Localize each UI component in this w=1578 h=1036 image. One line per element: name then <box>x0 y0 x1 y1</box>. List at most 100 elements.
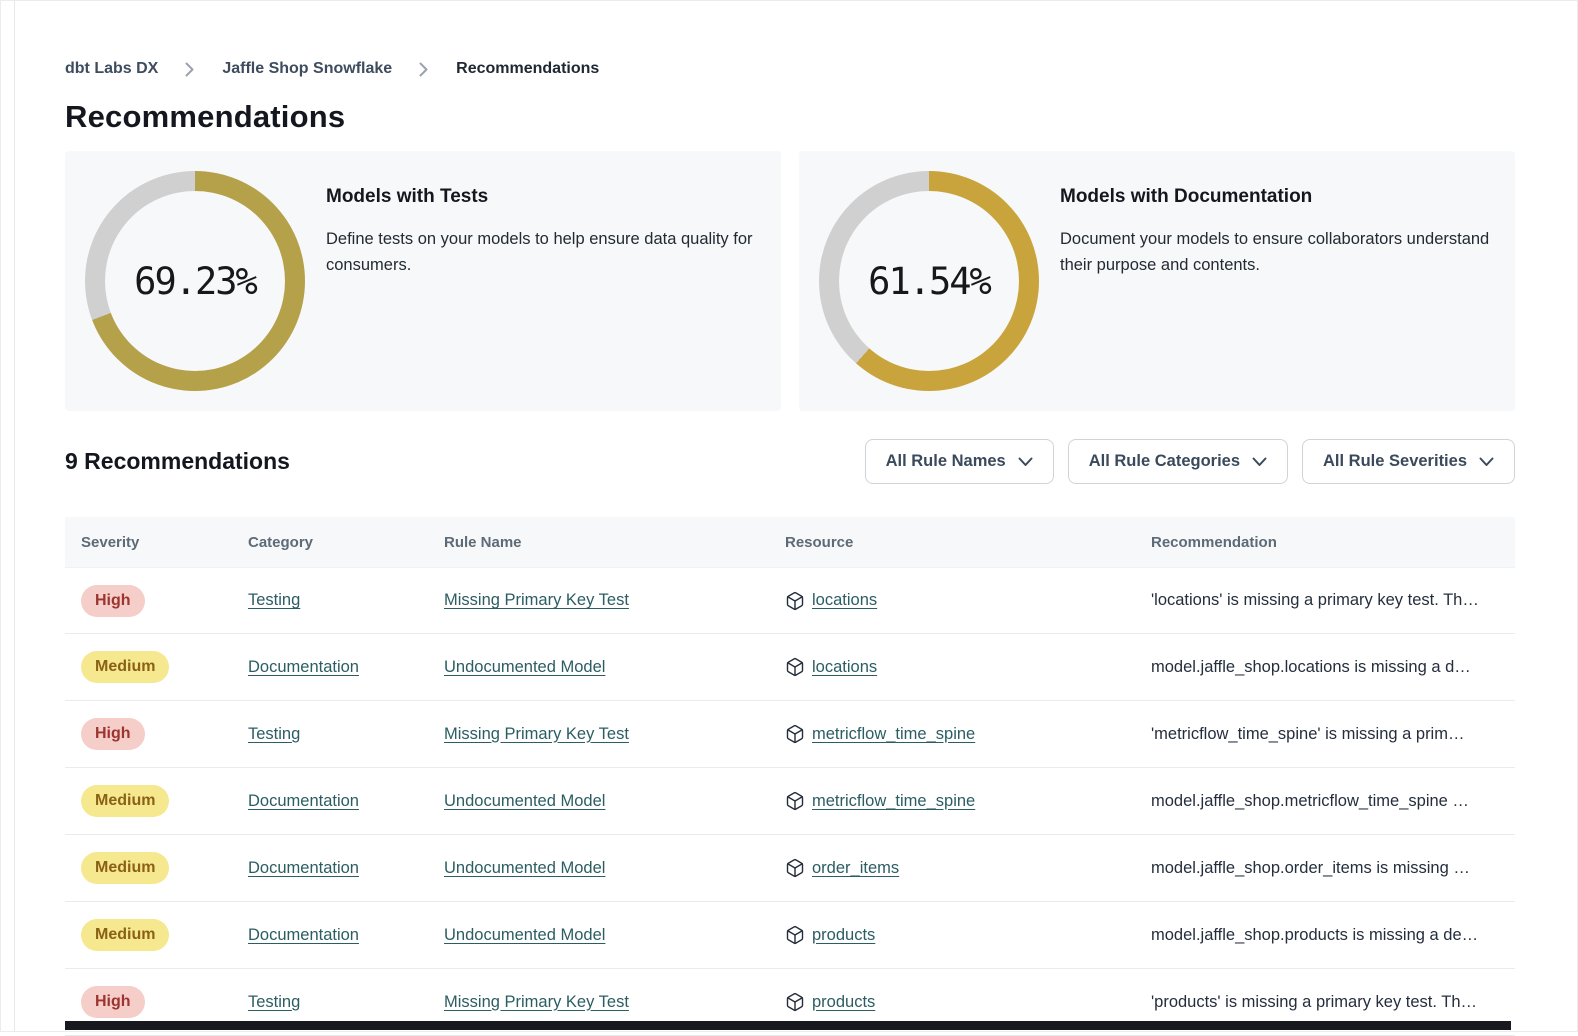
severity-cell: Medium <box>65 651 248 683</box>
resource-link[interactable]: products <box>812 993 875 1012</box>
resource-cell: locations <box>785 591 1151 611</box>
column-header-severity: Severity <box>65 534 248 551</box>
table-header: Severity Category Rule Name Resource Rec… <box>65 517 1515 567</box>
severity-badge: High <box>81 585 145 617</box>
recommendation-text: model.jaffle_shop.order_items is missing… <box>1151 859 1515 878</box>
resource-link[interactable]: order_items <box>812 859 899 878</box>
recommendation-text: model.jaffle_shop.products is missing a … <box>1151 926 1515 945</box>
severity-cell: Medium <box>65 852 248 884</box>
chevron-down-icon <box>1252 457 1267 467</box>
chevron-right-icon <box>185 61 195 77</box>
card-title: Models with Tests <box>326 186 761 208</box>
category-cell: Documentation <box>248 859 444 878</box>
column-header-category: Category <box>248 534 444 551</box>
documentation-donut-chart: 61.54% <box>819 171 1039 391</box>
chevron-down-icon <box>1479 457 1494 467</box>
models-with-documentation-card: 61.54% Models with Documentation Documen… <box>799 151 1515 411</box>
model-cube-icon <box>785 724 805 744</box>
table-row: High Testing Missing Primary Key Test lo… <box>65 567 1515 634</box>
severity-badge: High <box>81 986 145 1018</box>
model-cube-icon <box>785 791 805 811</box>
column-header-recommendation: Recommendation <box>1151 534 1515 551</box>
recommendations-count: 9 Recommendations <box>65 448 290 475</box>
resource-cell: products <box>785 992 1151 1012</box>
main-content: dbt Labs DX Jaffle Shop Snowflake Recomm… <box>65 1 1515 1036</box>
column-header-resource: Resource <box>785 534 1151 551</box>
recommendation-text: model.jaffle_shop.metricflow_time_spine … <box>1151 792 1515 811</box>
category-link[interactable]: Documentation <box>248 658 359 676</box>
rule-name-link[interactable]: Undocumented Model <box>444 792 605 810</box>
resource-link[interactable]: locations <box>812 658 877 677</box>
resource-link[interactable]: metricflow_time_spine <box>812 725 975 744</box>
severity-cell: High <box>65 986 248 1018</box>
card-description: Document your models to ensure collabora… <box>1060 227 1495 278</box>
filter-label: All Rule Severities <box>1323 452 1467 471</box>
severity-cell: Medium <box>65 785 248 817</box>
category-link[interactable]: Testing <box>248 993 300 1011</box>
severity-badge: Medium <box>81 651 169 683</box>
rule-name-cell: Missing Primary Key Test <box>444 993 785 1012</box>
severity-badge: Medium <box>81 785 169 817</box>
table-body: High Testing Missing Primary Key Test lo… <box>65 567 1515 1036</box>
category-link[interactable]: Documentation <box>248 926 359 944</box>
card-description: Define tests on your models to help ensu… <box>326 227 761 278</box>
severity-cell: High <box>65 718 248 750</box>
category-link[interactable]: Testing <box>248 591 300 609</box>
recommendations-table: Severity Category Rule Name Resource Rec… <box>65 517 1515 1036</box>
rule-name-link[interactable]: Missing Primary Key Test <box>444 591 629 609</box>
tests-percent-value: 69.23% <box>85 171 305 391</box>
rule-name-link[interactable]: Undocumented Model <box>444 859 605 877</box>
table-row: Medium Documentation Undocumented Model … <box>65 768 1515 835</box>
rule-name-cell: Missing Primary Key Test <box>444 725 785 744</box>
rule-name-link[interactable]: Missing Primary Key Test <box>444 725 629 743</box>
recommendation-text: model.jaffle_shop.locations is missing a… <box>1151 658 1515 677</box>
breadcrumb: dbt Labs DX Jaffle Shop Snowflake Recomm… <box>65 60 1515 78</box>
rule-categories-filter-dropdown[interactable]: All Rule Categories <box>1068 439 1288 484</box>
rule-name-cell: Undocumented Model <box>444 792 785 811</box>
severity-cell: High <box>65 585 248 617</box>
table-row: Medium Documentation Undocumented Model … <box>65 634 1515 701</box>
rule-name-link[interactable]: Undocumented Model <box>444 926 605 944</box>
resource-link[interactable]: products <box>812 926 875 945</box>
resource-cell: metricflow_time_spine <box>785 791 1151 811</box>
rule-severities-filter-dropdown[interactable]: All Rule Severities <box>1302 439 1515 484</box>
rule-name-cell: Missing Primary Key Test <box>444 591 785 610</box>
models-with-tests-card: 69.23% Models with Tests Define tests on… <box>65 151 781 411</box>
metric-cards: 69.23% Models with Tests Define tests on… <box>65 151 1515 411</box>
table-row: High Testing Missing Primary Key Test me… <box>65 701 1515 768</box>
rule-name-cell: Undocumented Model <box>444 658 785 677</box>
rule-name-cell: Undocumented Model <box>444 859 785 878</box>
list-header: 9 Recommendations All Rule Names All Rul… <box>65 439 1515 484</box>
breadcrumb-item-workspace[interactable]: dbt Labs DX <box>65 60 158 78</box>
category-cell: Documentation <box>248 658 444 677</box>
category-cell: Documentation <box>248 792 444 811</box>
rule-name-cell: Undocumented Model <box>444 926 785 945</box>
chevron-down-icon <box>1018 457 1033 467</box>
model-cube-icon <box>785 925 805 945</box>
severity-badge: Medium <box>81 852 169 884</box>
resource-link[interactable]: locations <box>812 591 877 610</box>
column-header-rule-name: Rule Name <box>444 534 785 551</box>
category-link[interactable]: Testing <box>248 725 300 743</box>
model-cube-icon <box>785 657 805 677</box>
filter-label: All Rule Names <box>886 452 1006 471</box>
tests-donut-chart: 69.23% <box>85 171 305 391</box>
category-link[interactable]: Documentation <box>248 792 359 810</box>
rule-names-filter-dropdown[interactable]: All Rule Names <box>865 439 1054 484</box>
model-cube-icon <box>785 992 805 1012</box>
category-link[interactable]: Documentation <box>248 859 359 877</box>
model-cube-icon <box>785 858 805 878</box>
card-title: Models with Documentation <box>1060 186 1495 208</box>
filters: All Rule Names All Rule Categories All R… <box>865 439 1515 484</box>
recommendation-text: 'products' is missing a primary key test… <box>1151 993 1515 1012</box>
severity-badge: Medium <box>81 919 169 951</box>
resource-cell: order_items <box>785 858 1151 878</box>
page-title: Recommendations <box>65 99 1515 135</box>
rule-name-link[interactable]: Undocumented Model <box>444 658 605 676</box>
rule-name-link[interactable]: Missing Primary Key Test <box>444 993 629 1011</box>
chevron-right-icon <box>419 61 429 77</box>
documentation-percent-value: 61.54% <box>819 171 1039 391</box>
resource-link[interactable]: metricflow_time_spine <box>812 792 975 811</box>
breadcrumb-item-project[interactable]: Jaffle Shop Snowflake <box>222 60 392 78</box>
filter-label: All Rule Categories <box>1089 452 1240 471</box>
